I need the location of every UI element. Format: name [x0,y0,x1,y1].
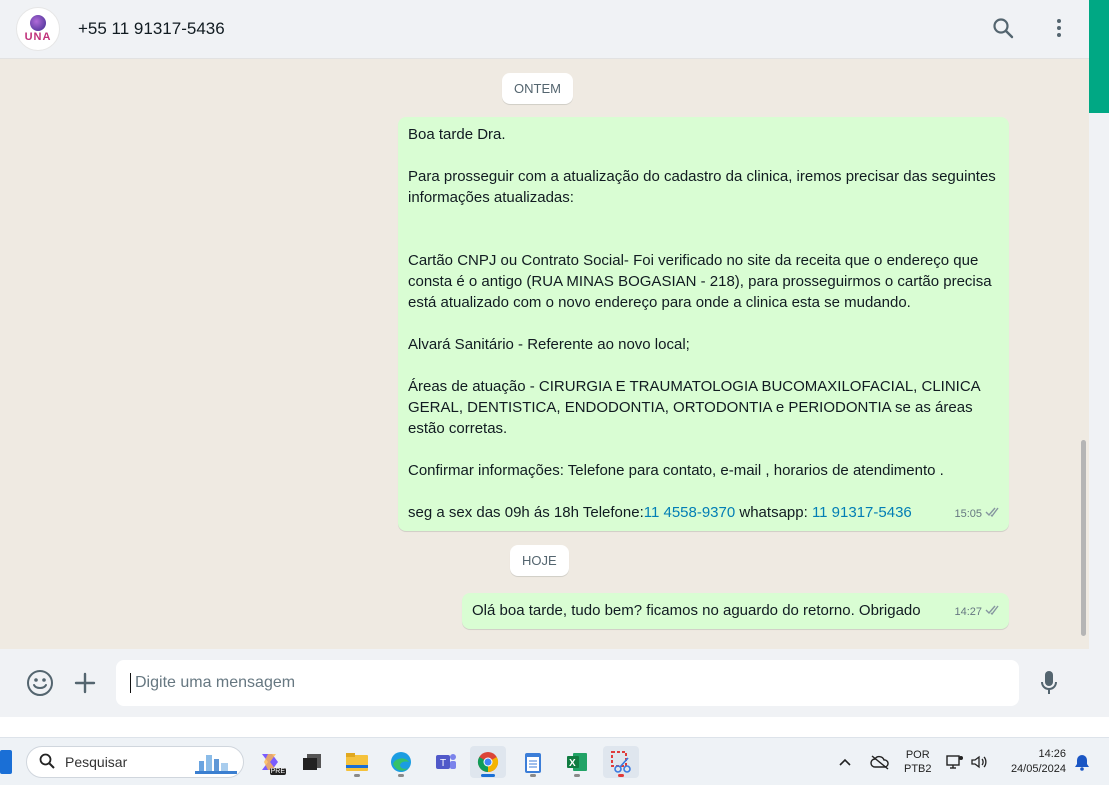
phone-link[interactable]: 11 4558-9370 [644,504,735,521]
svg-text:X: X [569,758,576,769]
date-separator: HOJE [510,545,569,576]
contact-name[interactable]: +55 11 91317-5436 [78,19,225,39]
schedule-text: seg a sex das 09h ás 18h Telefone: [408,504,644,521]
svg-text:T: T [440,758,446,769]
menu-icon[interactable] [1045,14,1073,42]
avatar-logo-text: UNA [24,31,52,43]
edge-browser-icon[interactable] [383,746,419,778]
window-bottom-edge [0,717,1109,737]
volume-icon[interactable] [970,738,988,785]
double-check-icon [985,602,1001,623]
notepad-icon[interactable] [515,746,551,778]
search-highlight-icon [195,751,237,778]
outgoing-message[interactable]: Olá boa tarde, tudo bem? ficamos no agua… [462,593,1009,629]
chrome-icon[interactable] [470,746,506,778]
message-text: Para prosseguir com a atualização do cad… [408,168,1000,206]
search-icon[interactable] [989,14,1017,42]
taskbar: Pesquisar PRE T X POR PTB2 14:26 24/05/2… [0,737,1109,785]
scroll-thumb[interactable] [1081,440,1086,636]
network-icon[interactable] [946,738,964,785]
message-text: Áreas de atuação - CIRURGIA E TRAUMATOLO… [408,378,985,437]
copilot-badge: PRE [269,768,286,775]
clock-date: 24/05/2024 [1010,763,1066,775]
window-edge [1089,113,1109,717]
running-indicator [618,774,624,777]
whatsapp-label: whatsapp: [735,504,812,521]
excel-icon[interactable]: X [559,746,595,778]
running-indicator [354,774,360,777]
input-language[interactable]: POR PTB2 [904,738,932,785]
date-separator: ONTEM [502,73,573,104]
keyboard-layout: PTB2 [904,763,932,775]
chat-header: UNA +55 11 91317-5436 [0,0,1089,59]
double-check-icon [985,504,1001,525]
message-list: ONTEM Boa tarde Dra. Para prosseguir com… [0,60,1089,649]
chat-scrollbar[interactable] [1079,60,1087,649]
running-indicator [574,774,580,777]
message-meta: 15:05 [954,504,1001,525]
avatar[interactable]: UNA [16,7,60,51]
message-text: Alvará Sanitário - Referente ao novo loc… [408,336,690,353]
onedrive-offline-icon[interactable] [870,738,890,785]
clock-time: 14:26 [1038,748,1066,760]
file-explorer-icon[interactable] [339,746,375,778]
taskbar-search[interactable]: Pesquisar [26,746,244,778]
tray-chevron-icon[interactable] [838,738,852,785]
message-time: 15:05 [954,508,982,520]
mic-icon[interactable] [1033,667,1065,699]
copilot-icon[interactable]: PRE [252,746,288,778]
whatsapp-link[interactable]: 11 91317-5436 [812,504,912,521]
active-indicator [481,774,495,777]
message-input[interactable]: Digite uma mensagem [116,660,1019,706]
message-time: 14:27 [954,606,982,618]
avatar-logo-icon [30,15,46,31]
snipping-tool-icon[interactable] [603,746,639,778]
plus-icon[interactable] [69,667,101,699]
text-caret [130,673,131,693]
composer: Digite uma mensagem [0,649,1089,717]
notification-bell-icon[interactable] [1074,738,1090,785]
running-indicator [530,774,536,777]
teams-icon[interactable]: T [428,746,464,778]
task-view-icon[interactable] [294,746,330,778]
search-icon [39,753,55,772]
language-code: POR [905,749,930,761]
message-text: Olá boa tarde, tudo bem? ficamos no agua… [472,602,921,619]
message-meta: 14:27 [954,602,1001,623]
message-text: Boa tarde Dra. [408,126,506,143]
running-indicator [398,774,404,777]
start-icon[interactable] [0,750,12,774]
message-text: seg a sex das 09h ás 18h Telefone:11 455… [408,502,999,523]
message-input-placeholder: Digite uma mensagem [135,674,296,691]
window-edge-accent [1089,0,1109,113]
outgoing-message[interactable]: Boa tarde Dra. Para prosseguir com a atu… [398,117,1009,531]
emoji-icon[interactable] [24,667,56,699]
message-text: Confirmar informações: Telefone para con… [408,462,944,479]
clock[interactable]: 14:26 24/05/2024 [1004,738,1066,785]
message-text: Cartão CNPJ ou Contrato Social- Foi veri… [408,252,996,311]
taskbar-search-label: Pesquisar [65,754,128,770]
